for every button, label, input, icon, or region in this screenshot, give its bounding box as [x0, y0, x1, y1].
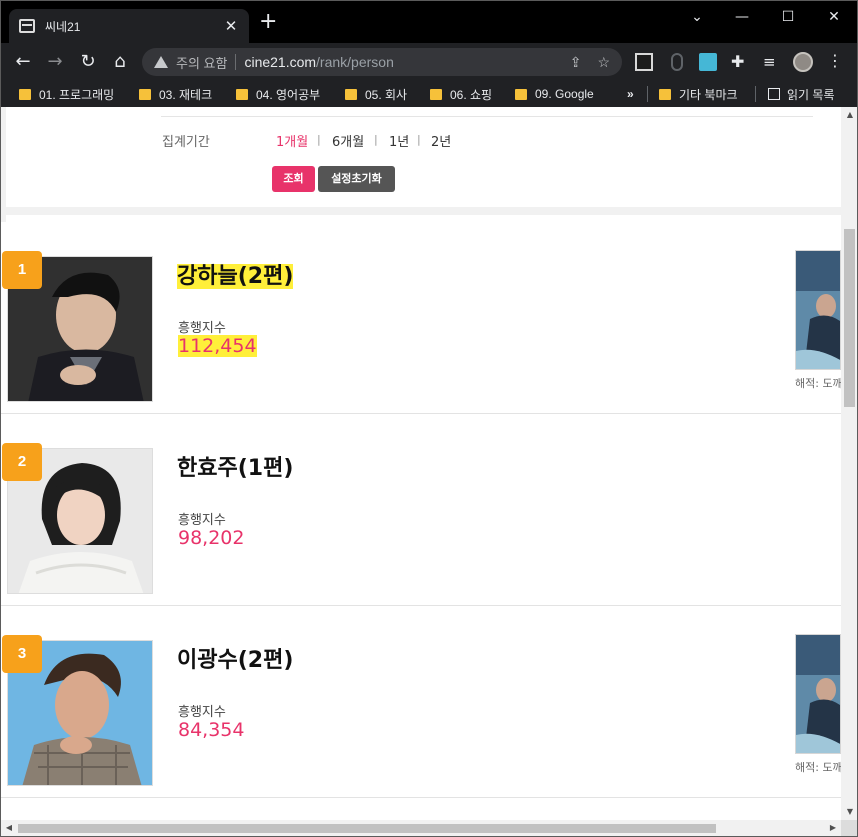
reading-list[interactable]: 읽기 목록 — [768, 85, 835, 103]
film-icon — [19, 19, 35, 33]
extension-clapper-icon[interactable] — [635, 53, 653, 71]
bookmark-divider — [647, 86, 648, 102]
scroll-down-arrow-icon[interactable]: ▼ — [841, 804, 857, 820]
box-office-score: 98,202 — [178, 527, 245, 549]
home-button[interactable]: ⌂ — [107, 49, 133, 75]
back-button[interactable]: ← — [10, 49, 36, 75]
profile-avatar[interactable] — [793, 52, 813, 72]
reload-button[interactable]: ↻ — [75, 49, 101, 75]
actor-name-link[interactable]: 강하늘(2편) — [177, 264, 294, 289]
page-content: 집계기간 1개월 | 6개월 | 1년 | 2년 조회 설정초기화 1 강하늘(… — [1, 107, 841, 821]
star-icon[interactable]: ☆ — [597, 54, 610, 71]
folder-icon — [345, 88, 357, 100]
folder-icon — [236, 88, 248, 100]
browser-window: 씨네21 ✕ + ⌄ — ☐ ✕ ← → ↻ ⌂ 주의 요함 cine21.co… — [0, 0, 858, 837]
browser-tab[interactable]: 씨네21 ✕ — [9, 9, 249, 43]
box-office-score: 112,454 — [178, 335, 257, 357]
bookmark-folder[interactable]: 06. 쇼핑 — [430, 85, 492, 103]
minimize-button[interactable]: — — [719, 5, 765, 29]
title-bar: 씨네21 ✕ + ⌄ — ☐ ✕ — [1, 1, 857, 43]
actor-name[interactable]: 한효주(1편) — [177, 450, 293, 482]
period-label: 집계기간 — [162, 135, 210, 150]
scroll-left-arrow-icon[interactable]: ◀ — [1, 820, 17, 836]
browser-toolbar: ← → ↻ ⌂ 주의 요함 cine21.com /rank/person ⇪ … — [1, 43, 857, 81]
other-bookmarks[interactable]: 기타 북마크 — [659, 85, 738, 103]
puzzle-icon[interactable]: ✚ — [731, 53, 749, 71]
folder-icon — [19, 88, 31, 100]
search-button[interactable]: 조회 — [272, 166, 315, 192]
actor-name[interactable]: 이광수(2편) — [177, 642, 293, 674]
address-bar[interactable]: 주의 요함 cine21.com /rank/person ⇪ ☆ — [142, 48, 622, 76]
actor-name[interactable]: 강하늘(2편) — [177, 258, 294, 290]
period-option-2years[interactable]: 2년 — [431, 131, 451, 150]
scrollbar-corner — [841, 820, 857, 836]
scroll-up-arrow-icon[interactable]: ▲ — [841, 107, 857, 123]
period-option-1month[interactable]: 1개월 — [276, 131, 308, 150]
tab-title: 씨네21 — [45, 19, 81, 34]
divider — [161, 116, 813, 117]
bookmark-folder[interactable]: 01. 프로그래밍 — [19, 85, 114, 103]
folder-icon — [430, 88, 442, 100]
movie-poster[interactable] — [795, 250, 841, 370]
rank-item: 1 강하늘(2편) 흥행지수 112,454 해적: 도깨 — [1, 222, 841, 414]
forward-button[interactable]: → — [42, 49, 68, 75]
folder-icon — [659, 88, 671, 100]
bookmark-folder[interactable]: 03. 재테크 — [139, 85, 212, 103]
bookmark-folder[interactable]: 09. Google — [515, 85, 594, 103]
omnibox-divider — [235, 54, 237, 70]
metric-label: 흥행지수 — [178, 321, 226, 336]
vertical-scrollbar-track[interactable] — [841, 107, 857, 821]
mouse-icon[interactable] — [671, 53, 683, 71]
reading-list-icon — [768, 88, 780, 100]
scroll-right-arrow-icon[interactable]: ▶ — [825, 820, 841, 836]
bookmark-folder[interactable]: 05. 회사 — [345, 85, 407, 103]
folder-icon — [139, 88, 151, 100]
warning-icon — [154, 56, 168, 68]
rank-badge: 2 — [2, 443, 42, 481]
tab-search-icon[interactable]: ⌄ — [674, 5, 720, 29]
metric-label: 흥행지수 — [178, 513, 226, 528]
period-option-6months[interactable]: 6개월 — [332, 131, 364, 150]
bookmarks-overflow-button[interactable]: » — [627, 85, 634, 103]
poster-caption[interactable]: 해적: 도깨 — [795, 759, 841, 775]
bookmark-folder[interactable]: 04. 영어공부 — [236, 85, 320, 103]
movie-poster[interactable] — [795, 634, 841, 754]
url-path: /rank/person — [316, 54, 394, 70]
period-option-1year[interactable]: 1년 — [389, 131, 409, 150]
bookmarks-bar: 01. 프로그래밍 03. 재테크 04. 영어공부 05. 회사 06. 쇼핑… — [1, 81, 857, 107]
media-queue-icon[interactable]: ≡ — [763, 53, 781, 71]
poster-caption[interactable]: 해적: 도깨 — [795, 375, 841, 391]
security-warning[interactable]: 주의 요함 — [176, 53, 227, 72]
box-office-score: 84,354 — [178, 719, 245, 741]
vertical-scrollbar-thumb[interactable] — [844, 229, 855, 407]
metric-label: 흥행지수 — [178, 705, 226, 720]
bookmark-divider — [755, 86, 756, 102]
close-tab-icon[interactable]: ✕ — [223, 17, 239, 35]
horizontal-scrollbar-thumb[interactable] — [18, 824, 716, 833]
close-window-button[interactable]: ✕ — [811, 5, 857, 29]
save-extension-icon[interactable] — [699, 53, 717, 71]
rank-badge: 1 — [2, 251, 42, 289]
rank-item: 3 이광수(2편) 흥행지수 84,354 해적: 도깨 — [1, 606, 841, 798]
share-icon[interactable]: ⇪ — [570, 54, 582, 71]
rank-badge: 3 — [2, 635, 42, 673]
url-host: cine21.com — [244, 54, 317, 70]
reset-button[interactable]: 설정초기화 — [318, 166, 395, 192]
menu-kebab-icon[interactable]: ⋮ — [827, 51, 843, 70]
divider: | — [317, 133, 321, 146]
filter-panel: 집계기간 1개월 | 6개월 | 1년 | 2년 조회 설정초기화 — [6, 107, 841, 215]
divider: | — [417, 133, 421, 146]
rank-item: 2 한효주(1편) 흥행지수 98,202 — [1, 414, 841, 606]
new-tab-button[interactable]: + — [259, 11, 277, 33]
metric-value: 112,454 — [178, 335, 257, 357]
maximize-button[interactable]: ☐ — [765, 5, 811, 29]
folder-icon — [515, 88, 527, 100]
divider: | — [374, 133, 378, 146]
